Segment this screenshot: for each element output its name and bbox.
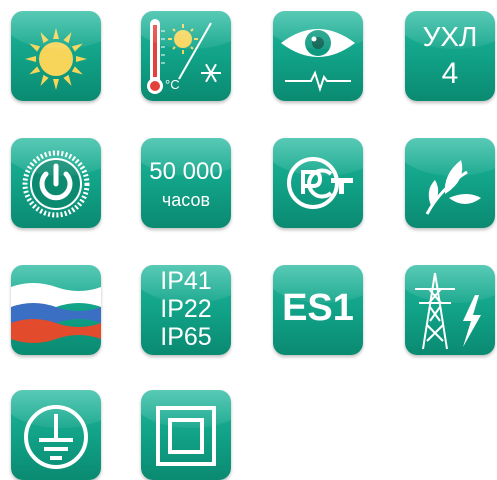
ip-rating-22: IP22 [160, 295, 212, 323]
power-line-lightning-icon [415, 272, 481, 350]
power-tile [11, 138, 101, 228]
es1-label: ES1 [282, 287, 354, 329]
climate-class-tile: УХЛ 4 [405, 11, 495, 101]
eye-icon [281, 29, 355, 93]
sun-tile [11, 11, 101, 101]
eye-tile [273, 11, 363, 101]
ground-tile [11, 390, 101, 480]
sun-icon [25, 28, 87, 90]
double-insulation-icon [156, 406, 216, 466]
ip-rating-41: IP41 [160, 267, 212, 295]
celsius-label: °C [165, 77, 180, 92]
russian-flag-icon [11, 283, 101, 343]
thermometer-sun-snowflake-icon [147, 19, 221, 94]
flag-tile [11, 265, 101, 355]
rst-certification-icon [287, 157, 353, 209]
climate-class-number: 4 [441, 57, 459, 90]
ip-rating-tile: IP41 IP22 IP65 [141, 265, 231, 355]
power-line-tile [405, 265, 495, 355]
leaf-eco-icon [425, 160, 481, 215]
ground-earth-icon [24, 405, 88, 469]
power-button-icon [22, 150, 90, 218]
double-insulation-tile [141, 390, 231, 480]
climate-class-label: УХЛ [422, 21, 478, 52]
hours-value: 50 000 [149, 158, 223, 185]
lifetime-tile: 50 000 часов [141, 138, 231, 228]
rst-tile [273, 138, 363, 228]
es1-tile: ES1 [273, 265, 363, 355]
temperature-tile: °C [141, 11, 231, 101]
hours-unit: часов [161, 190, 211, 210]
eco-tile [405, 138, 495, 228]
ip-rating-65: IP65 [160, 323, 212, 351]
